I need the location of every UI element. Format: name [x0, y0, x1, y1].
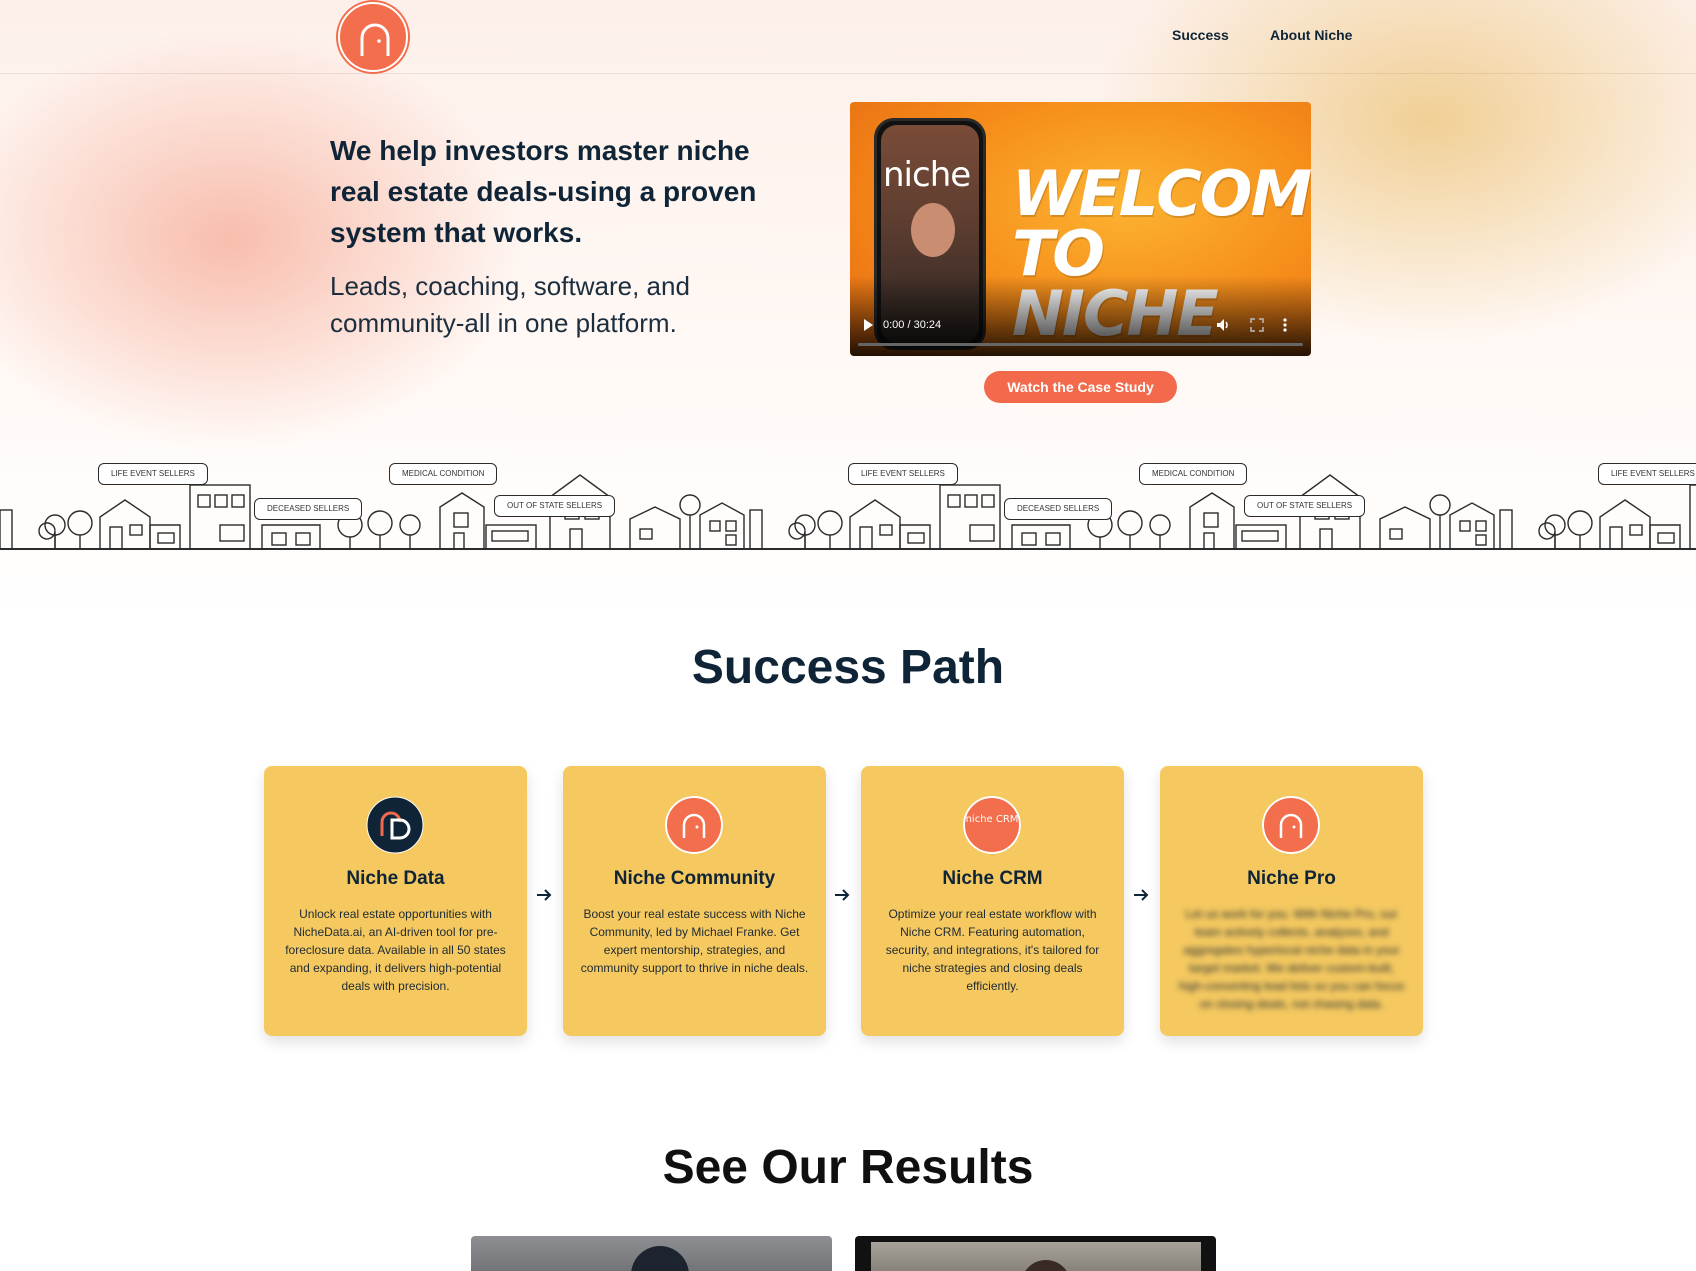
niche-logo-icon [665, 796, 723, 854]
hero-subtitle: Leads, coaching, software, and community… [330, 271, 690, 338]
card-description: Optimize your real estate workflow with … [885, 907, 1100, 993]
niche-arch-icon [360, 23, 390, 56]
welcome-video-player[interactable]: niche WELCOME TO NICHE 0:00 / 30:24 [850, 102, 1311, 356]
card-niche-community[interactable]: Niche Community Boost your real estate s… [563, 766, 826, 1036]
card-niche-data[interactable]: Niche Data Unlock real estate opportunit… [264, 766, 527, 1036]
card-description: Let us work for you. With Niche Pro, our… [1178, 907, 1405, 1011]
volume-icon[interactable] [1215, 317, 1231, 333]
result-video-thumbnail[interactable] [855, 1236, 1216, 1271]
card-niche-crm[interactable]: niche CRM Niche CRM Optimize your real e… [861, 766, 1124, 1036]
video-progress-bar[interactable] [858, 343, 1303, 346]
label-life-event-sellers: LIFE EVENT SELLERS [98, 463, 208, 485]
video-time: 0:00 / 30:24 [883, 319, 942, 331]
card-title: Niche Data [346, 868, 445, 889]
play-icon[interactable] [862, 318, 874, 332]
nav-about-niche[interactable]: About Niche [1270, 27, 1352, 43]
niche-logo-icon [1262, 796, 1320, 854]
site-header: Success About Niche [0, 0, 1696, 74]
nav-success[interactable]: Success [1172, 27, 1229, 43]
neighborhood-illustration: LIFE EVENT SELLERS MEDICAL CONDITION DEC… [0, 455, 1696, 555]
fullscreen-icon[interactable] [1250, 318, 1264, 332]
card-title: Niche CRM [942, 868, 1043, 889]
arrow-right-icon [835, 889, 850, 901]
result-video-thumbnail[interactable] [471, 1236, 832, 1271]
result-person-image [871, 1242, 1201, 1271]
arrow-right-icon [1134, 889, 1149, 901]
label-deceased-sellers: DECEASED SELLERS [254, 498, 363, 520]
label-deceased-sellers: DECEASED SELLERS [1004, 498, 1113, 520]
more-options-icon[interactable] [1282, 317, 1288, 333]
label-life-event-sellers: LIFE EVENT SELLERS [1598, 463, 1696, 485]
niche-logo[interactable] [338, 2, 408, 72]
label-medical-condition: MEDICAL CONDITION [1139, 463, 1248, 485]
label-medical-condition: MEDICAL CONDITION [389, 463, 498, 485]
card-description: Unlock real estate opportunities with Ni… [285, 907, 506, 993]
niche-data-logo-icon [366, 796, 424, 854]
card-niche-pro[interactable]: Niche Pro Let us work for you. With Nich… [1160, 766, 1423, 1036]
card-title: Niche Pro [1247, 868, 1336, 889]
result-person-image [631, 1246, 689, 1271]
label-out-of-state-sellers: OUT OF STATE SELLERS [494, 495, 616, 517]
video-controls: 0:00 / 30:24 [850, 308, 1311, 356]
card-title: Niche Community [613, 868, 776, 889]
video-presenter-image [911, 203, 955, 257]
success-path-title: Success Path [691, 641, 1005, 694]
hero-title: We help investors master niche real esta… [330, 135, 757, 248]
label-out-of-state-sellers: OUT OF STATE SELLERS [1244, 495, 1366, 517]
arrow-right-icon [537, 889, 552, 901]
watch-case-study-button[interactable]: Watch the Case Study [984, 371, 1177, 403]
label-life-event-sellers: LIFE EVENT SELLERS [848, 463, 958, 485]
video-phone-logo: niche [883, 155, 971, 195]
niche-crm-logo-icon [963, 796, 1021, 854]
niche-crm-logo-text: niche CRM [965, 814, 1019, 825]
see-our-results-title: See Our Results [662, 1141, 1034, 1194]
card-description: Boost your real estate success with Nich… [580, 907, 809, 975]
